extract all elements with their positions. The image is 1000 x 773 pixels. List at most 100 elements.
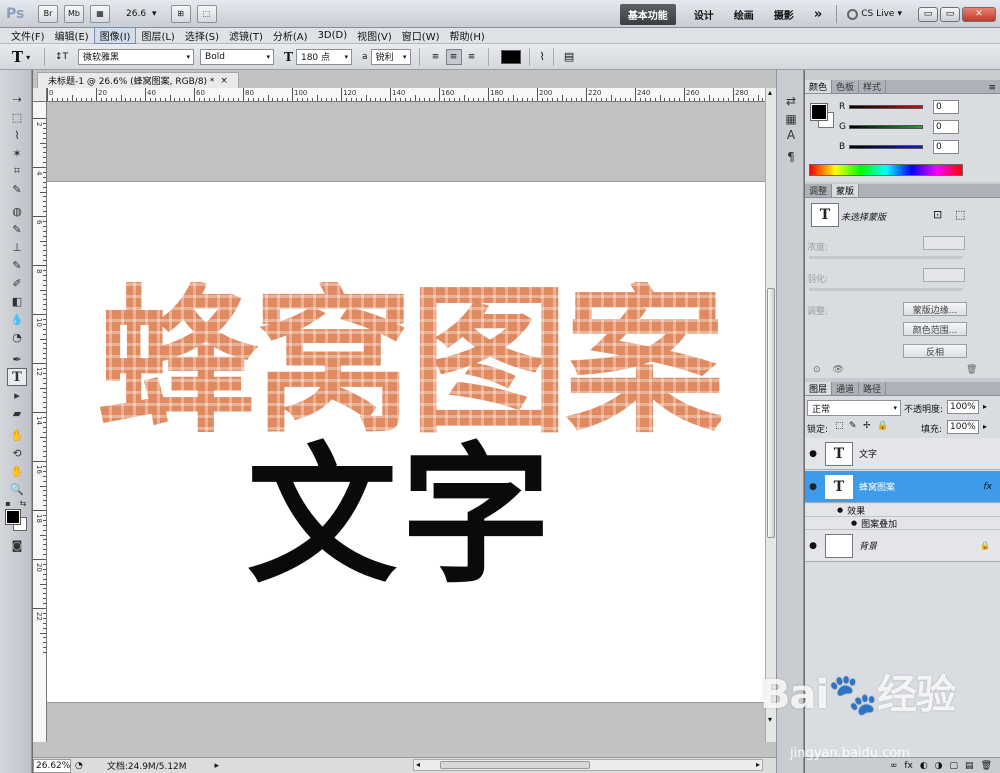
add-style-icon[interactable]: fx bbox=[904, 761, 913, 771]
align-left-button[interactable]: ≡ bbox=[428, 49, 444, 65]
foreground-color-swatch[interactable] bbox=[5, 509, 21, 525]
eye-icon[interactable]: ● bbox=[851, 519, 857, 527]
healing-brush-tool-icon[interactable]: ◍ bbox=[7, 202, 27, 220]
vertical-scrollbar[interactable]: ▴ ▾ bbox=[765, 88, 776, 742]
align-center-button[interactable]: ≡ bbox=[445, 48, 462, 65]
workspace-photography[interactable]: 摄影 bbox=[774, 7, 794, 22]
close-icon[interactable]: × bbox=[220, 76, 228, 86]
character-panel-icon[interactable]: ▤ bbox=[564, 50, 574, 63]
new-layer-icon[interactable]: ▤ bbox=[965, 761, 974, 771]
move-tool-icon[interactable]: ⇢ bbox=[7, 90, 27, 108]
load-selection-icon[interactable]: ⊙ bbox=[813, 365, 821, 375]
cslive-menu[interactable]: CS Live ▾ bbox=[847, 8, 902, 20]
history-panel-icon[interactable]: ⇄ bbox=[782, 92, 800, 110]
document-tab[interactable]: 未标题-1 @ 26.6% (蜂窝图案, RGB/8) * × bbox=[37, 72, 239, 88]
3d-rotate-tool-icon[interactable]: ✋ bbox=[7, 426, 27, 444]
red-value-input[interactable]: 0 bbox=[933, 100, 959, 114]
status-zoom-icon[interactable]: ◔ bbox=[75, 761, 83, 771]
antialias-select[interactable]: 锐利 ▾ bbox=[370, 48, 411, 65]
arrange-documents-button[interactable]: ⊞ bbox=[170, 4, 191, 23]
word-text-layer[interactable]: 文字 bbox=[247, 442, 555, 592]
canvas-area[interactable]: 蜂窝图案 文字 bbox=[47, 102, 765, 742]
eyedropper-tool-icon[interactable]: ✎ bbox=[7, 180, 27, 198]
menu-filter[interactable]: 滤镜(T) bbox=[224, 28, 268, 43]
lock-image-icon[interactable]: ✎ bbox=[849, 421, 857, 431]
lock-position-icon[interactable]: ✢ bbox=[863, 421, 871, 431]
align-right-button[interactable]: ≡ bbox=[464, 49, 480, 65]
type-tool-icon[interactable]: T bbox=[7, 368, 27, 386]
menu-analysis[interactable]: 分析(A) bbox=[268, 28, 313, 43]
quick-mask-icon[interactable]: ◙ bbox=[7, 536, 27, 554]
restore-button[interactable]: ▭ bbox=[940, 6, 960, 22]
pen-tool-icon[interactable]: ✒ bbox=[7, 350, 27, 368]
3d-orbit-tool-icon[interactable]: ⟲ bbox=[7, 444, 27, 462]
horizontal-ruler[interactable]: 0 20 40 60 80 100 120 140 160 180 200 220 240 260 280 bbox=[47, 88, 765, 102]
workspace-essentials[interactable]: 基本功能 bbox=[619, 3, 676, 25]
visibility-icon[interactable]: 👁 bbox=[833, 365, 844, 375]
ruler-origin[interactable] bbox=[33, 88, 47, 102]
view-extras-button[interactable]: ▦ bbox=[90, 4, 110, 23]
minibridge-button[interactable]: Mb bbox=[64, 4, 84, 23]
scroll-left-icon[interactable]: ◂ bbox=[416, 760, 420, 769]
eye-icon[interactable]: ● bbox=[805, 541, 821, 551]
opacity-arrow-icon[interactable]: ▸ bbox=[983, 402, 987, 411]
menu-window[interactable]: 窗口(W) bbox=[397, 28, 445, 43]
opacity-input[interactable]: 100% bbox=[947, 400, 979, 414]
dodge-tool-icon[interactable]: ◔ bbox=[7, 328, 27, 346]
eye-icon[interactable]: ● bbox=[837, 506, 843, 514]
status-menu-arrow[interactable]: ▸ bbox=[215, 761, 220, 771]
tab-styles[interactable]: 样式 bbox=[859, 80, 887, 93]
pattern-overlay-effect-row[interactable]: ● 图案叠加 bbox=[805, 517, 1000, 530]
menu-select[interactable]: 选择(S) bbox=[180, 28, 224, 43]
adjustment-layer-icon[interactable]: ◑ bbox=[935, 761, 943, 771]
add-mask-icon[interactable]: ◐ bbox=[920, 761, 928, 771]
layer-effects-icon[interactable]: fx bbox=[984, 482, 993, 492]
layer-row-background[interactable]: ● 背景 🔒 bbox=[805, 530, 1000, 562]
tool-preset-picker[interactable]: T ▾ bbox=[6, 46, 36, 68]
panel-menu-icon[interactable]: ≡ bbox=[988, 83, 996, 93]
workspace-design[interactable]: 设计 bbox=[694, 7, 714, 22]
text-orientation-icon[interactable]: ↕T bbox=[55, 52, 68, 62]
add-vector-mask-icon[interactable]: ⬚ bbox=[955, 208, 965, 221]
fill-input[interactable]: 100% bbox=[947, 420, 979, 434]
vertical-scroll-thumb[interactable] bbox=[767, 288, 775, 538]
brush-tool-icon[interactable]: ✎ bbox=[7, 220, 27, 238]
tab-channels[interactable]: 通道 bbox=[832, 382, 860, 395]
clone-stamp-tool-icon[interactable]: ⊥ bbox=[7, 238, 27, 256]
tab-color[interactable]: 颜色 bbox=[805, 80, 833, 93]
delete-mask-icon[interactable]: 🗑 bbox=[966, 365, 977, 375]
menu-image[interactable]: 图像(I) bbox=[93, 27, 137, 44]
lasso-tool-icon[interactable]: ⌇ bbox=[7, 126, 27, 144]
lock-transparent-icon[interactable]: ⬚ bbox=[835, 421, 844, 431]
invert-button[interactable]: 反相 bbox=[903, 344, 967, 358]
minimize-button[interactable]: ▭ bbox=[918, 6, 938, 22]
text-color-swatch[interactable] bbox=[500, 49, 521, 64]
scroll-right-icon[interactable]: ▸ bbox=[756, 760, 760, 769]
workspace-painting[interactable]: 绘画 bbox=[734, 7, 754, 22]
blend-mode-select[interactable]: 正常 ▾ bbox=[807, 400, 901, 416]
red-slider[interactable] bbox=[849, 105, 923, 109]
status-zoom-field[interactable]: 26.62% bbox=[33, 758, 71, 773]
font-style-select[interactable]: Bold ▾ bbox=[200, 48, 275, 65]
add-pixel-mask-icon[interactable]: ⊡ bbox=[933, 208, 942, 221]
tab-swatches[interactable]: 色板 bbox=[832, 80, 860, 93]
tab-paths[interactable]: 路径 bbox=[859, 382, 887, 395]
color-range-button[interactable]: 颜色范围... bbox=[903, 322, 967, 336]
blue-value-input[interactable]: 0 bbox=[933, 140, 959, 154]
eye-icon[interactable]: ● bbox=[805, 482, 821, 492]
menu-view[interactable]: 视图(V) bbox=[352, 28, 397, 43]
vertical-ruler[interactable]: 2 4 6 8 10 12 14 16 18 20 22 bbox=[33, 102, 47, 742]
menu-file[interactable]: 文件(F) bbox=[6, 28, 50, 43]
screen-mode-button[interactable]: ⬚ bbox=[196, 4, 217, 23]
character-panel-icon[interactable]: A bbox=[782, 126, 800, 144]
panel-fg-swatch[interactable] bbox=[810, 103, 828, 121]
quick-select-tool-icon[interactable]: ✶ bbox=[7, 144, 27, 162]
mask-edge-button[interactable]: 蒙版边缘... bbox=[903, 302, 967, 316]
gradient-tool-icon[interactable]: ◧ bbox=[7, 292, 27, 310]
lock-all-icon[interactable]: 🔒 bbox=[877, 421, 888, 431]
blue-slider[interactable] bbox=[849, 145, 923, 149]
menu-help[interactable]: 帮助(H) bbox=[445, 28, 490, 43]
history-brush-tool-icon[interactable]: ✎ bbox=[7, 256, 27, 274]
tab-layers[interactable]: 图层 bbox=[805, 382, 833, 395]
eraser-tool-icon[interactable]: ✐ bbox=[7, 274, 27, 292]
